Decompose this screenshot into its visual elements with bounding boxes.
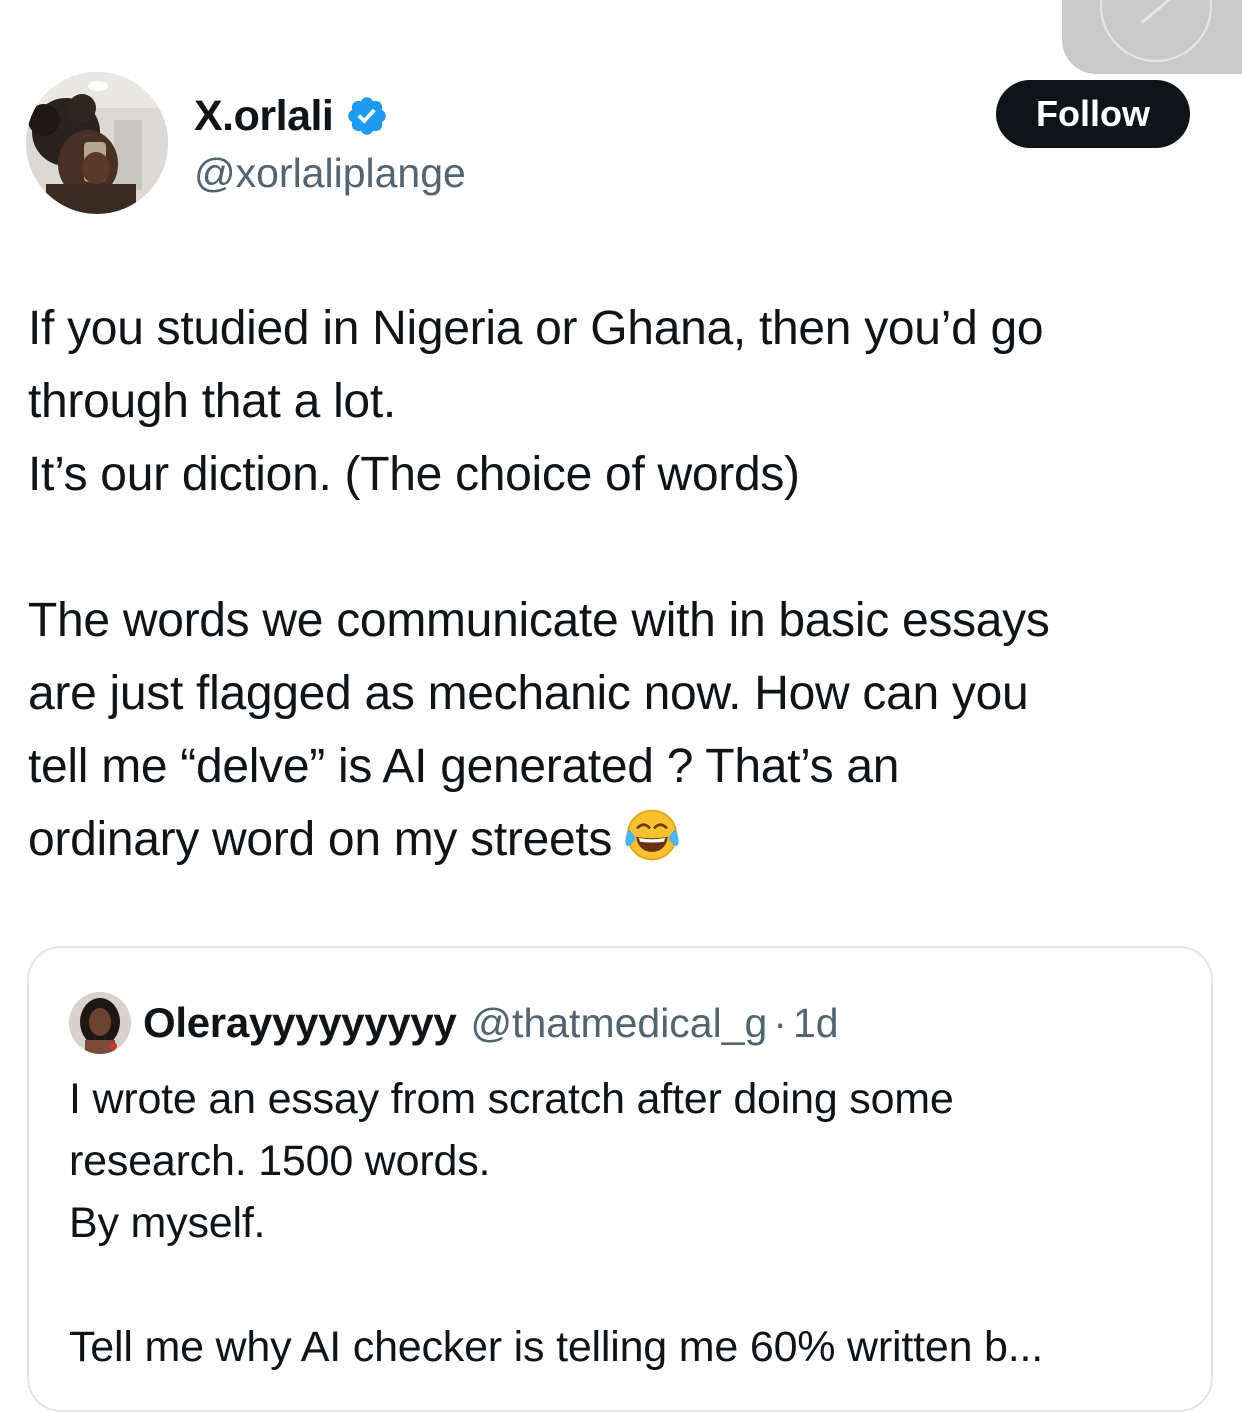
- tweet-text: If you studied in Nigeria or Ghana, then…: [28, 292, 1218, 876]
- tweet-line: If you studied in Nigeria or Ghana, then…: [28, 302, 1044, 355]
- quoted-tweet-timestamp[interactable]: 1d: [793, 1000, 839, 1047]
- tweet-line: through that a lot.: [28, 375, 396, 428]
- quoted-line: By myself.: [69, 1199, 266, 1247]
- quoted-author-handle[interactable]: @thatmedical_g: [470, 1000, 767, 1047]
- tweet-line: The words we communicate with in basic e…: [28, 594, 1050, 647]
- quoted-line: I wrote an essay from scratch after doin…: [69, 1075, 954, 1123]
- edit-floating-button[interactable]: [1062, 0, 1242, 74]
- quoted-tweet-text: I wrote an essay from scratch after doin…: [69, 1068, 1189, 1378]
- author-handle[interactable]: @xorlaliplange: [194, 150, 466, 197]
- quoted-author-avatar-image: [69, 992, 131, 1054]
- quoted-line: research. 1500 words.: [69, 1137, 491, 1185]
- author-avatar[interactable]: [26, 72, 168, 214]
- follow-button[interactable]: Follow: [996, 80, 1190, 148]
- meta-separator: ·: [773, 999, 787, 1046]
- tweet-line: It’s our diction. (The choice of words): [28, 448, 800, 501]
- author-avatar-image: [26, 72, 168, 214]
- quoted-author-avatar[interactable]: [69, 992, 131, 1054]
- quoted-line: Tell me why AI checker is telling me 60%…: [69, 1323, 1044, 1371]
- quoted-tweet-card[interactable]: Olerayyyyyyyyy @thatmedical_g · 1d I wro…: [27, 946, 1213, 1412]
- face-with-tears-of-joy-emoji: [625, 809, 679, 861]
- quoted-author-name[interactable]: Olerayyyyyyyyy: [143, 999, 457, 1047]
- tweet-line-text: ordinary word on my streets: [28, 813, 613, 866]
- tweet-line: tell me “delve” is AI generated ? That’s…: [28, 740, 900, 793]
- author-display-name[interactable]: X.orlali: [194, 92, 334, 141]
- quoted-tweet-header: Olerayyyyyyyyy @thatmedical_g · 1d: [69, 992, 839, 1054]
- tweet-line-last: ordinary word on my streets: [28, 803, 1218, 876]
- tweet-line: are just flagged as mechanic now. How ca…: [28, 667, 1029, 720]
- author-name-row[interactable]: X.orlali: [194, 88, 389, 144]
- verified-badge-icon: [348, 97, 387, 135]
